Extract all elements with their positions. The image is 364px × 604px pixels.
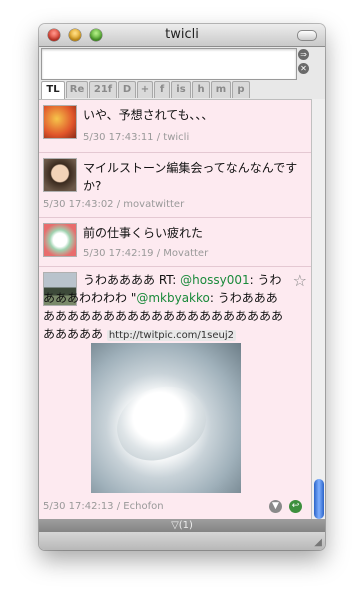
timeline[interactable]: いや、予想されても、、、 5/30 17:43:11 / twicli マイルス… [39,99,311,520]
tweet-item[interactable]: いや、予想されても、、、 5/30 17:43:11 / twicli [39,100,311,153]
tab-plus[interactable]: + [137,81,153,98]
unread-count[interactable]: ▽(1) [171,520,193,531]
tab-tl[interactable]: TL [41,81,65,100]
tweet-time[interactable]: 5/30 17:42:13 [43,501,114,512]
tweet-source[interactable]: Movatter [163,248,208,259]
tab-re[interactable]: Re [66,81,88,98]
tweet-item[interactable]: 前の仕事くらい疲れた 5/30 17:42:19 / Movatter [39,218,311,267]
avatar[interactable] [43,105,77,139]
tweet-meta: 5/30 17:42:19 / Movatter [83,248,209,259]
tweet-source[interactable]: movatwitter [123,199,184,210]
tweet-source[interactable]: twicli [163,132,189,143]
tweet-text: いや、予想されても、、、 [83,108,214,122]
tweet-item[interactable]: うわああああ RT: @hossy001: うわあああわわわわ "@mkbyak… [39,267,311,520]
scroll-thumb[interactable] [314,479,324,519]
reply-icon[interactable]: ↩ [289,500,302,513]
tab-d[interactable]: D [118,81,136,98]
tweet-text: うわああああ RT: @hossy001: うわあああわわわわ "@mkbyak… [43,273,284,341]
tweet-item[interactable]: マイルストーン編集会ってなんなんですか? 5/30 17:43:02 / mov… [39,153,311,218]
app-window: twicli ⇒ ✕ TL Re 21f D + f is h m p いや、予… [39,24,325,550]
bottom-bar: ◢ [39,532,325,550]
resize-grip-icon[interactable]: ◢ [314,537,322,548]
tab-21f[interactable]: 21f [89,81,117,98]
clear-icon[interactable]: ✕ [298,63,309,74]
toolbar-toggle-button[interactable] [297,30,317,41]
cup-image [106,374,216,472]
window-title: twicli [165,27,199,42]
tweet-source[interactable]: Echofon [123,501,163,512]
tweet-text: マイルストーン編集会ってなんなんですか? [83,161,298,193]
mention-link[interactable]: @hossy001 [180,273,249,287]
tab-f[interactable]: f [154,81,170,98]
tab-h[interactable]: h [192,81,210,98]
tweet-time[interactable]: 5/30 17:43:02 [43,199,114,210]
menu-down-icon[interactable]: ▼ [269,500,282,513]
post-arrow-icon[interactable]: ⇒ [298,49,309,60]
avatar[interactable] [43,158,77,192]
title-bar[interactable]: twicli [39,24,325,47]
tweet-meta: 5/30 17:42:13 / Echofon [43,501,164,512]
tweet-meta: 5/30 17:43:11 / twicli [83,132,190,143]
tweet-photo[interactable] [91,343,241,493]
url-link[interactable]: http://twitpic.com/1seuj2 [106,330,236,341]
favorite-star-icon[interactable]: ☆ [293,271,307,290]
status-bar[interactable]: ▽(1) [39,519,325,532]
tab-is[interactable]: is [171,81,191,98]
tweet-time[interactable]: 5/30 17:42:19 [83,248,154,259]
tab-p[interactable]: p [232,81,250,98]
tab-m[interactable]: m [211,81,231,98]
scrollbar[interactable]: ▲ [311,99,325,529]
tweet-text: 前の仕事くらい疲れた [83,226,204,240]
tweet-input[interactable] [41,48,297,80]
mention-link[interactable]: @mkbyakko [136,291,210,305]
tweet-time[interactable]: 5/30 17:43:11 [83,132,154,143]
avatar[interactable] [43,223,77,257]
tweet-meta: 5/30 17:43:02 / movatwitter [43,199,185,210]
